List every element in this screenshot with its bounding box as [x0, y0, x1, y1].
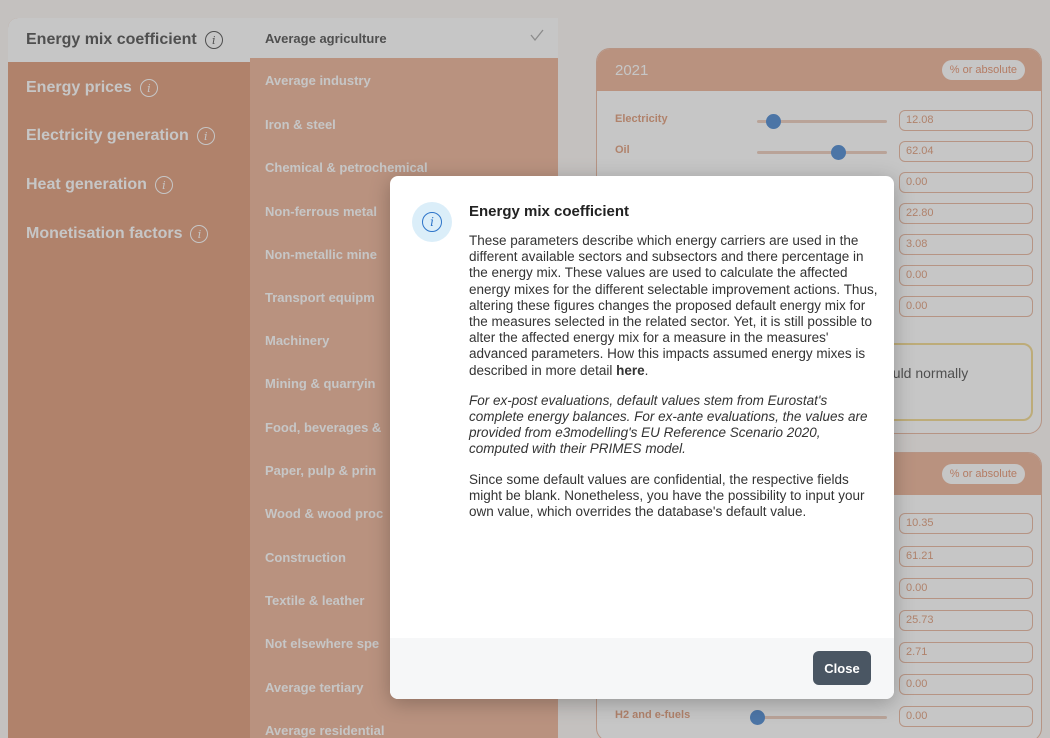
modal-paragraph: Since some default values are confidenti…	[469, 471, 865, 520]
modal-paragraph: For ex-post evaluations, default values …	[469, 392, 868, 457]
info-modal: i Energy mix coefficient These parameter…	[390, 176, 894, 699]
modal-title: Energy mix coefficient	[469, 203, 630, 220]
info-icon: i	[412, 202, 452, 242]
close-button[interactable]: Close	[813, 651, 871, 685]
modal-footer: Close	[390, 638, 894, 699]
modal-paragraph: These parameters describe which energy c…	[469, 233, 878, 378]
here-link[interactable]: here	[616, 363, 645, 378]
modal-body: These parameters describe which energy c…	[469, 233, 879, 534]
